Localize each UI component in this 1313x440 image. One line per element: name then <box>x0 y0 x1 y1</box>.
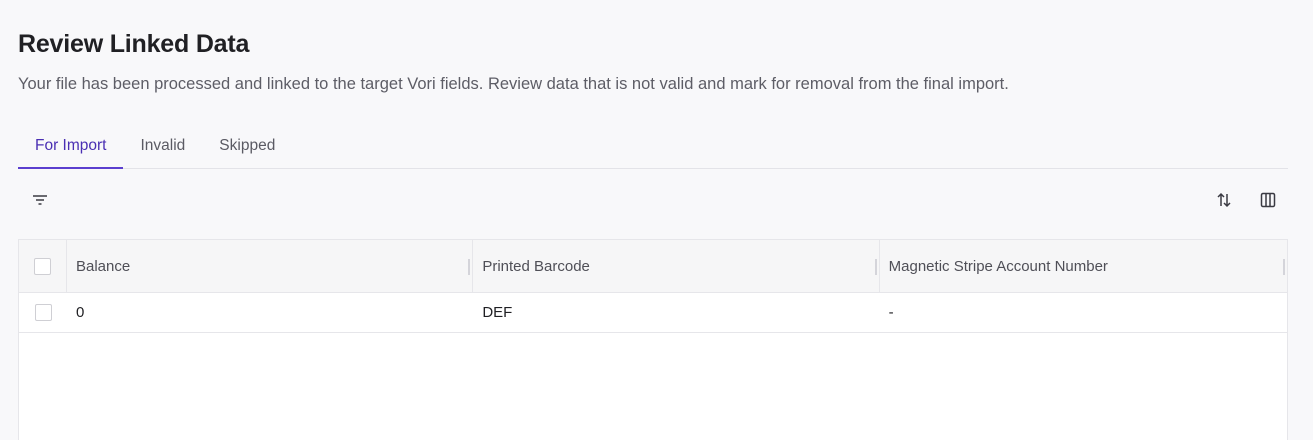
cell-magnetic-stripe[interactable]: - <box>880 293 1287 332</box>
column-header-printed-barcode[interactable]: Printed Barcode <box>473 240 880 292</box>
sort-button[interactable] <box>1208 184 1240 216</box>
column-header-label: Magnetic Stripe Account Number <box>888 257 1108 275</box>
select-all-checkbox[interactable] <box>34 257 51 275</box>
sort-icon <box>1217 192 1231 208</box>
column-header-magnetic-stripe[interactable]: Magnetic Stripe Account Number <box>880 240 1287 292</box>
grid-toolbar <box>18 170 1288 239</box>
column-resize-handle[interactable] <box>1282 259 1285 275</box>
column-header-label: Printed Barcode <box>482 257 590 275</box>
tab-for-import[interactable]: For Import <box>18 124 124 169</box>
columns-icon <box>1260 192 1276 208</box>
column-resize-handle[interactable] <box>874 259 877 275</box>
grid-header-row: Balance Printed Barcode Magnetic Stripe … <box>19 240 1287 293</box>
tab-invalid[interactable]: Invalid <box>123 124 202 168</box>
column-header-label: Balance <box>76 257 131 275</box>
select-all-cell <box>19 240 67 292</box>
cell-printed-barcode[interactable]: DEF <box>473 293 879 332</box>
review-linked-data-page: Review Linked Data Your file has been pr… <box>0 0 1313 440</box>
columns-button[interactable] <box>1252 184 1284 216</box>
filter-icon <box>33 195 47 205</box>
row-select-cell <box>19 293 67 332</box>
column-header-balance[interactable]: Balance <box>67 240 474 292</box>
tab-bar: For Import Invalid Skipped <box>18 124 1288 169</box>
page-description: Your file has been processed and linked … <box>18 75 1009 93</box>
page-title: Review Linked Data <box>18 30 250 58</box>
cell-balance[interactable]: 0 <box>67 293 473 332</box>
column-resize-handle[interactable] <box>468 259 471 275</box>
filter-button[interactable] <box>24 184 56 216</box>
data-grid: Balance Printed Barcode Magnetic Stripe … <box>18 239 1288 440</box>
table-row[interactable]: 0 DEF - <box>19 293 1287 333</box>
row-checkbox[interactable] <box>34 304 52 321</box>
tab-skipped[interactable]: Skipped <box>202 124 292 168</box>
